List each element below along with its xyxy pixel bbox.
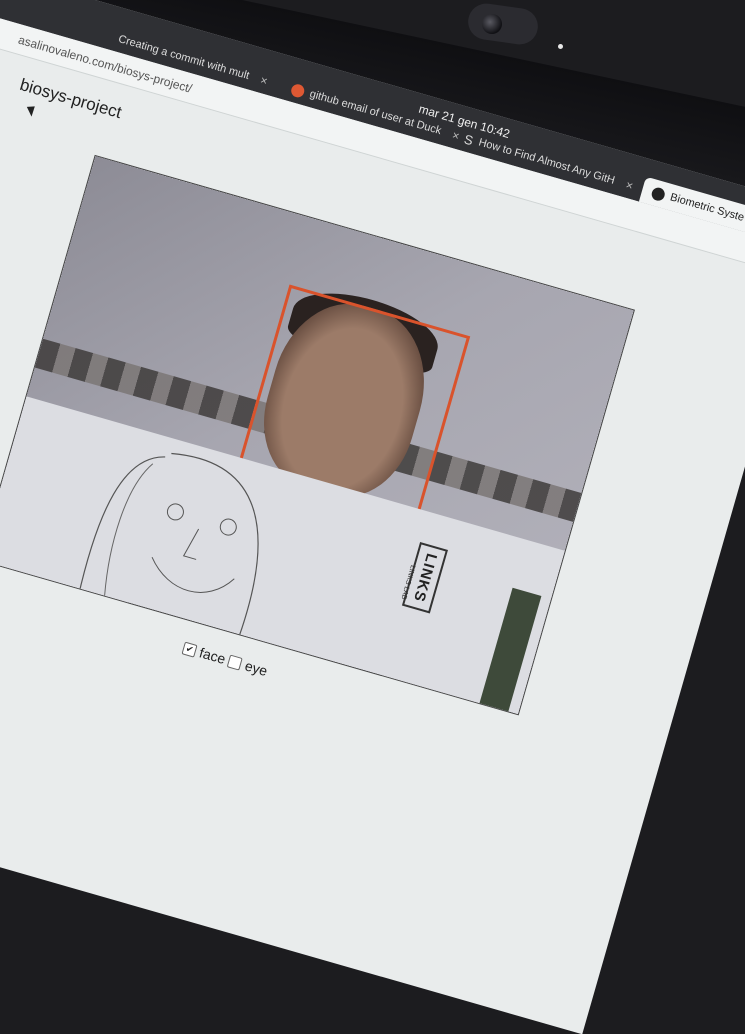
webcam-video-feed: LINKS LINKS LAB bbox=[0, 156, 634, 715]
webcam-housing bbox=[465, 1, 541, 47]
s-logo-icon: S bbox=[462, 130, 476, 148]
close-icon[interactable]: × bbox=[624, 178, 635, 193]
browser-window: mar 21 gen 10:42 Creating a commit with … bbox=[0, 0, 745, 1034]
eye-checkbox-label: eye bbox=[243, 657, 270, 680]
face-checkbox-label: face bbox=[197, 644, 228, 668]
detection-controls: ✔ face eye bbox=[181, 640, 269, 679]
webcam-lens-icon bbox=[482, 14, 502, 34]
duckduckgo-icon bbox=[289, 82, 306, 99]
webcam-led bbox=[558, 44, 563, 49]
mouse-cursor-icon bbox=[26, 106, 36, 117]
github-icon bbox=[650, 185, 667, 202]
face-checkbox[interactable]: ✔ bbox=[181, 641, 198, 658]
eye-checkbox[interactable] bbox=[227, 654, 244, 671]
close-icon[interactable]: × bbox=[259, 73, 270, 88]
